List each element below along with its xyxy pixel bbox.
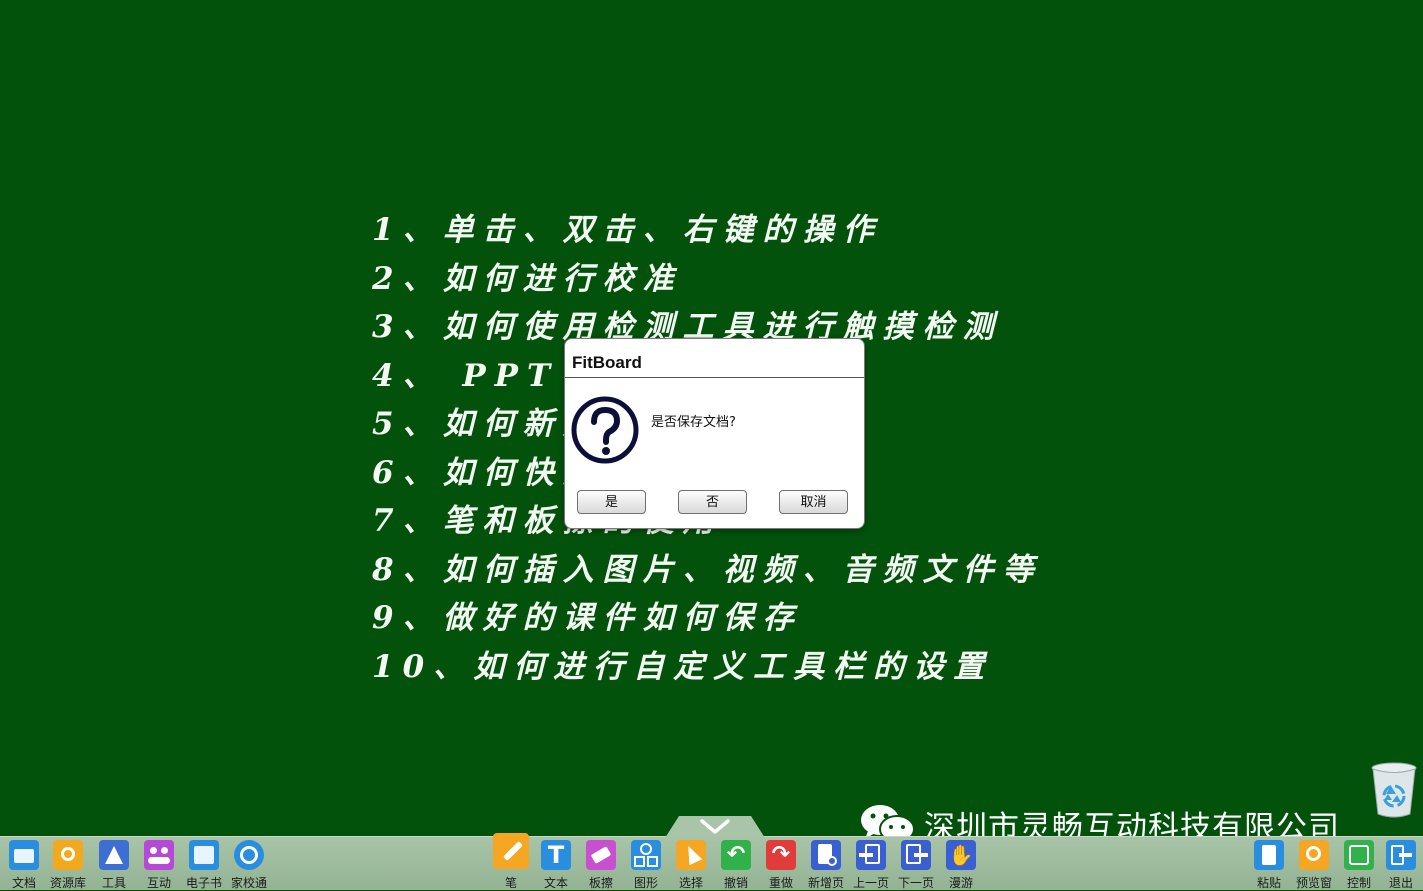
pen-icon xyxy=(493,833,529,869)
tool-interact[interactable]: 互动 xyxy=(136,838,182,890)
people-icon xyxy=(144,840,174,870)
tool-label: 互动 xyxy=(146,876,171,890)
tool-next-page[interactable]: 下一页 xyxy=(893,838,939,890)
tool-text[interactable]: T 文本 xyxy=(533,838,579,890)
tool-label: 电子书 xyxy=(185,876,222,890)
dialog-divider xyxy=(565,377,864,378)
redo-icon: ↷ xyxy=(766,840,796,870)
paste-icon xyxy=(1254,840,1284,870)
exit-icon xyxy=(1386,840,1416,870)
tool-label: 重做 xyxy=(768,876,793,890)
question-icon xyxy=(571,396,639,464)
yes-button[interactable]: 是 xyxy=(577,490,646,514)
tool-pen[interactable]: 笔 xyxy=(488,831,534,890)
tool-redo[interactable]: ↷ 重做 xyxy=(758,838,804,890)
no-button[interactable]: 否 xyxy=(678,490,747,514)
tool-shapes[interactable]: 图形 xyxy=(623,838,669,890)
tool-label: 板擦 xyxy=(588,876,613,890)
home-school-icon xyxy=(234,840,264,870)
dialog-title: FitBoard xyxy=(572,353,642,372)
tool-label: 上一页 xyxy=(852,876,889,890)
tool-label: 控制 xyxy=(1346,876,1371,890)
dialog-message: 是否保存文档? xyxy=(651,415,736,430)
lesson-item: 10、如何进行自定义工具栏的设置 xyxy=(372,648,994,685)
undo-icon: ↶ xyxy=(721,840,751,870)
ruler-triangle-icon xyxy=(99,840,129,870)
tool-label: 文档 xyxy=(11,876,36,890)
tool-label: 工具 xyxy=(101,876,126,890)
tool-resource-library[interactable]: 资源库 xyxy=(45,838,91,890)
tool-label: 选择 xyxy=(678,876,703,890)
text-icon: T xyxy=(541,840,571,870)
tool-label: 家校通 xyxy=(230,876,267,890)
tool-label: 笔 xyxy=(504,876,517,890)
tool-paste[interactable]: 粘贴 xyxy=(1246,838,1292,890)
tool-label: 撤销 xyxy=(723,876,748,890)
tool-roam[interactable]: ✋ 漫游 xyxy=(938,838,984,890)
cursor-icon xyxy=(676,840,706,870)
tool-label: 粘贴 xyxy=(1256,876,1281,890)
resource-library-icon xyxy=(53,840,83,870)
tool-label: 漫游 xyxy=(948,876,973,890)
folder-icon xyxy=(9,840,39,870)
next-page-icon xyxy=(901,840,931,870)
recycle-bin[interactable] xyxy=(1368,760,1420,824)
tool-label: 新增页 xyxy=(807,876,844,890)
control-icon xyxy=(1344,840,1374,870)
tool-home-school[interactable]: 家校通 xyxy=(226,838,272,890)
lesson-item: 9、做好的课件如何保存 xyxy=(372,600,803,636)
tool-undo[interactable]: ↶ 撤销 xyxy=(713,838,759,890)
shapes-icon xyxy=(631,840,661,870)
new-page-icon xyxy=(811,840,841,870)
tool-preview[interactable]: 预览窗 xyxy=(1291,838,1337,890)
tool-label: 文本 xyxy=(543,876,568,890)
tool-label: 预览窗 xyxy=(1295,876,1332,890)
lesson-item: 8、如何插入图片、视频、音频文件等 xyxy=(372,551,1043,588)
tool-label: 图形 xyxy=(633,876,658,890)
collapse-toolbar-button[interactable] xyxy=(665,816,765,838)
tool-document[interactable]: 文档 xyxy=(1,838,47,890)
tool-ebook[interactable]: 电子书 xyxy=(181,838,227,890)
tool-exit[interactable]: 退出 xyxy=(1378,838,1423,890)
lesson-item: 2、如何进行校准 xyxy=(372,260,683,297)
hand-icon: ✋ xyxy=(946,840,976,870)
tool-new-page[interactable]: 新增页 xyxy=(803,838,849,890)
book-icon xyxy=(189,840,219,870)
tool-label: 退出 xyxy=(1388,876,1413,890)
save-dialog: FitBoard 是否保存文档? 是 否 取消 xyxy=(564,338,865,529)
tool-label: 资源库 xyxy=(49,876,86,890)
tool-control[interactable]: 控制 xyxy=(1336,838,1382,890)
lesson-item: 1、单击、双击、右键的操作 xyxy=(372,212,883,248)
cancel-button[interactable]: 取消 xyxy=(779,490,848,514)
preview-icon xyxy=(1299,840,1329,870)
eraser-icon xyxy=(586,840,616,870)
tool-label: 下一页 xyxy=(897,876,934,890)
tool-select[interactable]: 选择 xyxy=(668,838,714,890)
tool-eraser[interactable]: 板擦 xyxy=(578,838,624,890)
tool-tools[interactable]: 工具 xyxy=(91,838,137,890)
recycle-bin-icon xyxy=(1371,762,1417,818)
tool-prev-page[interactable]: 上一页 xyxy=(848,838,894,890)
prev-page-icon xyxy=(856,840,886,870)
